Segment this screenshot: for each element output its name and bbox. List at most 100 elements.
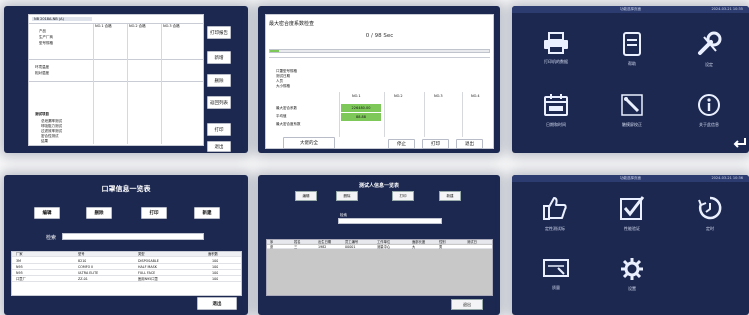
result-label-0: 最大密合系数 (276, 106, 297, 110)
start-button[interactable]: 大佬的全 (283, 137, 335, 149)
print-report-button[interactable]: 打印报告 (207, 26, 231, 39)
datetime-tile-label: 日期和时间 (546, 122, 566, 127)
touch-calibrate-tile[interactable]: 触摸屏校正 (610, 93, 654, 128)
tester-info-screen: 测试人信息一览表 编辑 删除 打印 新建 检索 序 姓名 出生日期 员工编号 工… (258, 175, 500, 315)
cell: COMFO II (78, 265, 94, 269)
info-label-3: 大小规格 (276, 84, 290, 88)
row-label-7: 呼吸阻力测试 (41, 124, 62, 128)
touch-calibrate-tile-label: 触摸屏校正 (622, 122, 642, 127)
settings-tile-label: 设置 (628, 286, 636, 291)
new-button[interactable]: 新建 (194, 207, 220, 219)
qualitative-test-tile-label: 定性测试标 (545, 226, 565, 231)
cell: 测量中心 (377, 245, 391, 249)
info-label-2: 人员 (276, 79, 283, 83)
exit-button[interactable]: 退出 (207, 141, 231, 152)
printer-tile[interactable]: 打印机的数据 (534, 32, 578, 65)
quality-icon (543, 259, 569, 277)
table-row[interactable]: N95 ULTRA ELITE FULL FACE 100 (12, 271, 241, 276)
col-header: 员工编号 (345, 240, 359, 244)
cell: 3M (16, 259, 21, 263)
cell: 男 (439, 245, 443, 249)
search-input[interactable] (62, 233, 204, 240)
menu-header: 功能选择页面 2024-03-21 10:35 (512, 6, 749, 13)
settings-tile[interactable]: 设置 (610, 257, 654, 292)
highlight-value-1: 88.88 (341, 113, 381, 121)
help-tile[interactable]: 帮助 (610, 32, 654, 67)
delete-button[interactable]: 删除 (336, 191, 358, 201)
table-header-row: 序 姓名 出生日期 员工编号 工作单位 面部长度 性别 测试日 (267, 240, 492, 244)
mask-info-screen: 口罩信息一览表 编辑 删除 打印 新建 检索 厂家 型号 类型 面积数 3M 8… (4, 175, 248, 315)
cell: 1982 (318, 245, 327, 249)
menu-header-time: 2024-03-21 10:35 (711, 7, 743, 11)
print-button[interactable]: 打印 (392, 191, 414, 201)
qualitative-test-tile[interactable]: 定性测试标 (532, 195, 578, 232)
col-header: 型号 (78, 252, 85, 256)
timer-tile-label: 定时 (706, 226, 714, 231)
search-input[interactable] (338, 218, 442, 224)
datetime-tile[interactable]: 日期和时间 (534, 93, 578, 128)
thumbs-up-icon (543, 197, 567, 220)
table-row[interactable]: 张 三 1982 00001 测量中心 大 男 (267, 245, 492, 249)
col-head-3: NO.3 合格 (163, 24, 180, 28)
table-row[interactable]: N95 COMFO II HALF MASK 100 (12, 265, 241, 270)
cell: 三 (294, 245, 298, 249)
result-label-1: 平均值 (276, 114, 287, 118)
table-row[interactable]: 3M 8210 DISPOSABLE 100 (12, 259, 241, 264)
help-icon (623, 32, 641, 56)
search-label: 检索 (46, 235, 57, 241)
about-tile-label: 关于此信息 (699, 122, 719, 127)
help-tile-label: 帮助 (628, 61, 636, 66)
cell: 100 (212, 265, 219, 269)
col-header: 工作单位 (377, 240, 391, 244)
cell: 医用N95口罩 (138, 277, 158, 281)
function-menu-screen: 功能选择页面 2024-03-21 10:35 打印机的数据 帮助 设定 日期和… (512, 6, 749, 153)
cell: 张 (270, 245, 274, 249)
fit-test-sheet: 最大密合度系数检查 0 / 98 Sec 口罩型号规格 测试日期 人员 大小规格… (265, 14, 494, 149)
fit-test-title: 最大密合度系数检查 (269, 21, 315, 27)
row-label-5: 测试项目 (35, 112, 49, 116)
wrench-icon (698, 31, 722, 55)
add-button[interactable]: 新增 (207, 51, 231, 64)
settings-tile[interactable]: 设定 (687, 31, 731, 68)
row-label-4: 相对湿度 (35, 71, 49, 75)
calendar-icon (544, 94, 568, 116)
printer-tile-label: 打印机的数据 (544, 59, 568, 64)
fit-test-screen: 最大密合度系数检查 0 / 98 Sec 口罩型号规格 测试日期 人员 大小规格… (258, 6, 500, 153)
print-button[interactable]: 打印 (207, 123, 231, 136)
result-label-2: 最大密合度系数 (276, 122, 301, 126)
timer-tile[interactable]: 定时 (688, 195, 732, 232)
delete-button[interactable]: 删除 (86, 207, 112, 219)
row-label-1: 生产厂商 (39, 35, 53, 39)
col-head-1: NO.1 合格 (95, 24, 112, 28)
print-button[interactable]: 打印 (141, 207, 167, 219)
mask-table: 厂家 型号 类型 面积数 3M 8210 DISPOSABLE 100 N95 … (11, 251, 242, 296)
edit-button[interactable]: 编辑 (34, 207, 60, 219)
col-header: 姓名 (294, 240, 301, 244)
quality-tile[interactable]: 质量 (534, 258, 578, 291)
menu-header-time: 2024-03-21 10:36 (711, 176, 743, 180)
tester-list-title: 测试人信息一览表 (358, 183, 399, 189)
delete-button[interactable]: 删除 (207, 74, 231, 87)
row-label-9: 密合性测试 (41, 134, 59, 138)
cell: 8210 (78, 259, 87, 263)
new-button[interactable]: 新建 (439, 191, 461, 201)
about-tile[interactable]: 关于此信息 (687, 93, 731, 128)
info-label-0: 口罩型号规格 (276, 69, 297, 73)
quality-tile-label: 质量 (552, 285, 560, 290)
edit-button[interactable]: 编辑 (295, 191, 317, 201)
exit-button[interactable]: 退出 (456, 139, 483, 149)
cell: FULL FACE (138, 271, 156, 275)
exit-button[interactable]: 退出 (451, 299, 483, 310)
exit-button[interactable]: 退出 (197, 297, 237, 310)
back-icon[interactable] (733, 136, 747, 148)
settings-tile-label: 设定 (705, 62, 713, 67)
stop-button[interactable]: 停止 (388, 139, 415, 149)
cell: ZZ-01 (78, 277, 88, 281)
table-row[interactable]: 口罩厂 ZZ-01 医用N95口罩 100 (12, 277, 241, 282)
report-form-screen: NB 2018A-NB (A) NO.1 合格 NO.2 合格 NO.3 合格 … (4, 6, 248, 153)
back-to-list-button[interactable]: 返回列表 (207, 96, 231, 109)
row-label-10: 结果 (41, 139, 48, 143)
performance-verify-tile[interactable]: 性能验证 (610, 195, 654, 232)
cell: N95 (16, 265, 23, 269)
print-button[interactable]: 打印 (422, 139, 449, 149)
